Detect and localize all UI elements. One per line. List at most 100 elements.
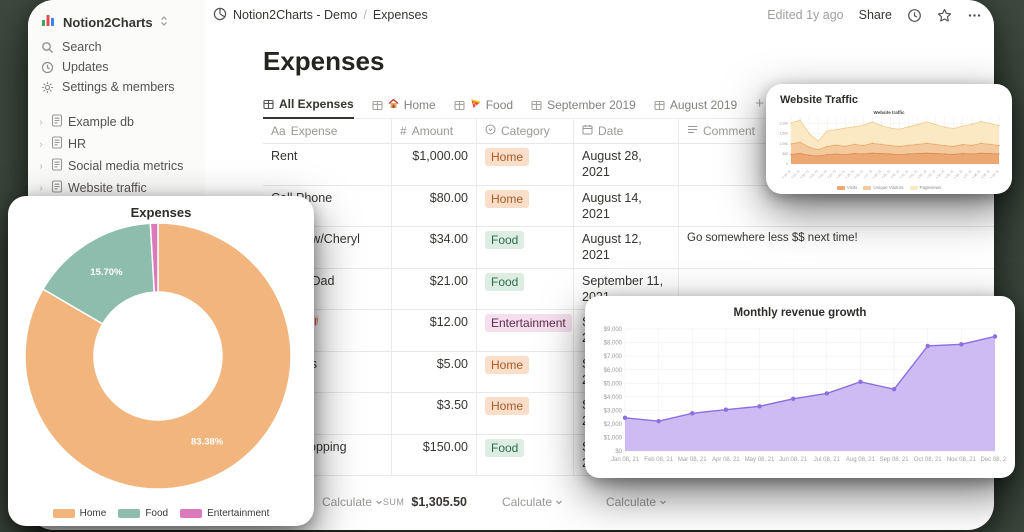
star-icon[interactable] (937, 8, 952, 23)
category-tag: Home (485, 355, 530, 374)
table-footer: Calculate SUM $1,305.50 Calculate Calcul… (263, 492, 994, 512)
sidebar-item-updates[interactable]: Updates (28, 57, 205, 77)
chevron-right-icon[interactable]: › (36, 183, 46, 194)
tab-all-expenses[interactable]: All Expenses (263, 97, 354, 119)
legend-swatch (180, 509, 203, 518)
svg-text:Jul 08, 21: Jul 08, 21 (814, 457, 841, 463)
workspace-switcher[interactable]: Notion2Charts (28, 8, 205, 37)
category-cell[interactable]: Home (477, 393, 574, 434)
chevron-right-icon[interactable]: › (36, 161, 46, 172)
expense-cell[interactable]: Rent (263, 144, 392, 185)
table-view-icon (454, 100, 465, 111)
breadcrumb: Notion2Charts - Demo / Expenses (213, 7, 428, 24)
column-header-category[interactable]: Category (477, 119, 574, 143)
category-cell[interactable]: Food (477, 227, 574, 268)
svg-text:Nov 08, 21: Nov 08, 21 (947, 457, 977, 463)
svg-text:May 08, 21: May 08, 21 (745, 457, 775, 463)
breadcrumb-root[interactable]: Notion2Charts - Demo (233, 8, 357, 22)
category-cell[interactable]: Home (477, 144, 574, 185)
amount-cell[interactable]: $21.00 (392, 268, 477, 309)
date-cell[interactable]: August 28, 2021 (574, 144, 679, 185)
sidebar-page-example-db[interactable]: › Example db (28, 111, 205, 133)
svg-text:$1,000: $1,000 (604, 436, 623, 442)
svg-text:Sep 08, 21: Sep 08, 21 (880, 457, 910, 463)
svg-text:$0: $0 (615, 449, 622, 455)
date-cell[interactable]: August 12, 2021 (574, 227, 679, 268)
search-icon (40, 40, 54, 54)
amount-cell[interactable]: $5.00 (392, 351, 477, 392)
category-cell[interactable]: Food (477, 268, 574, 309)
svg-text:0: 0 (786, 162, 788, 166)
legend-swatch (52, 509, 75, 518)
legend-swatch (118, 509, 141, 518)
chevron-right-icon[interactable]: › (36, 117, 46, 128)
document-icon (51, 180, 63, 196)
tab-label: September 2019 (547, 98, 636, 112)
website-traffic-legend: Visits Unique Visitors Pageviews (766, 185, 1012, 190)
more-options-icon[interactable] (967, 8, 982, 23)
sum-label: SUM (382, 497, 405, 507)
tab-label: All Expenses (279, 97, 354, 111)
number-type-icon: # (400, 124, 407, 138)
expense-name: opping (309, 439, 347, 454)
document-icon (51, 158, 63, 174)
column-header-date[interactable]: Date (574, 119, 679, 143)
topbar: Notion2Charts - Demo / Expenses Edited 1… (205, 0, 994, 30)
amount-cell[interactable]: $80.00 (392, 185, 477, 226)
amount-cell[interactable]: $1,000.00 (392, 144, 477, 185)
sum-cell[interactable]: SUM $1,305.50 (383, 492, 475, 512)
table-view-icon (372, 100, 383, 111)
calculate-button[interactable]: Calculate (475, 492, 571, 512)
amount-cell[interactable]: $34.00 (392, 227, 477, 268)
svg-text:15.70%: 15.70% (90, 267, 123, 278)
share-button[interactable]: Share (859, 8, 892, 22)
workspace-name: Notion2Charts (63, 15, 153, 30)
svg-text:1,000: 1,000 (780, 142, 789, 146)
breadcrumb-separator: / (363, 8, 367, 22)
calendar-icon (582, 124, 593, 138)
sidebar-page-hr[interactable]: › HR (28, 133, 205, 155)
amount-cell[interactable]: $150.00 (392, 434, 477, 475)
category-cell[interactable]: Home (477, 351, 574, 392)
tab-food[interactable]: Food (454, 98, 513, 118)
category-tag: Food (485, 438, 525, 457)
category-cell[interactable]: Entertainment (477, 310, 574, 351)
legend-item-pageviews: Pageviews (909, 185, 942, 190)
legend-item-entertainment: Entertainment (180, 508, 269, 519)
legend-label: Pageviews (919, 185, 942, 190)
legend-swatch (863, 185, 872, 190)
date-cell[interactable]: August 14, 2021 (574, 185, 679, 226)
svg-text:$4,000: $4,000 (604, 395, 623, 401)
sidebar-page-social-media-metrics[interactable]: › Social media metrics (28, 155, 205, 177)
pie-legend: Home Food Entertainment (8, 508, 314, 519)
svg-text:Mar 08, 21: Mar 08, 21 (678, 457, 707, 463)
chevron-down-icon (375, 495, 383, 509)
tab-august-2019[interactable]: August 2019 (654, 98, 737, 118)
page-label: HR (68, 137, 87, 151)
monthly-revenue-area-chart: $0 $1,000 $2,000 $3,000 $4,000 $5,000 $6,000 $7… (604, 327, 1007, 463)
sidebar-item-settings[interactable]: Settings & members (28, 77, 205, 97)
column-header-expense[interactable]: Aa Expense (263, 119, 392, 143)
amount-cell[interactable]: $3.50 (392, 393, 477, 434)
comment-cell[interactable]: Go somewhere less $$ next time! (679, 227, 994, 268)
sidebar-item-search[interactable]: Search (28, 37, 205, 57)
page-label: Social media metrics (68, 159, 184, 173)
sum-value: $1,305.50 (411, 495, 467, 509)
history-clock-icon[interactable] (907, 8, 922, 23)
footer-spacer (675, 492, 994, 512)
tab-september-2019[interactable]: September 2019 (531, 98, 636, 118)
table-row[interactable]: Dinner w/Cheryl $34.00 Food August 12, 2… (263, 227, 994, 269)
page-pie-icon (213, 7, 227, 24)
breadcrumb-current[interactable]: Expenses (373, 8, 428, 22)
chevron-right-icon[interactable]: › (36, 139, 46, 150)
column-label: Category (501, 124, 550, 138)
text-type-icon: Aa (271, 124, 286, 138)
category-cell[interactable]: Home (477, 185, 574, 226)
category-cell[interactable]: Food (477, 434, 574, 475)
calculate-button[interactable]: Calculate (571, 492, 675, 512)
add-view-button[interactable]: + (755, 95, 764, 118)
chevron-down-icon (555, 495, 563, 509)
tab-home[interactable]: Home (372, 98, 436, 118)
column-header-amount[interactable]: # Amount (392, 119, 477, 143)
amount-cell[interactable]: $12.00 (392, 310, 477, 351)
